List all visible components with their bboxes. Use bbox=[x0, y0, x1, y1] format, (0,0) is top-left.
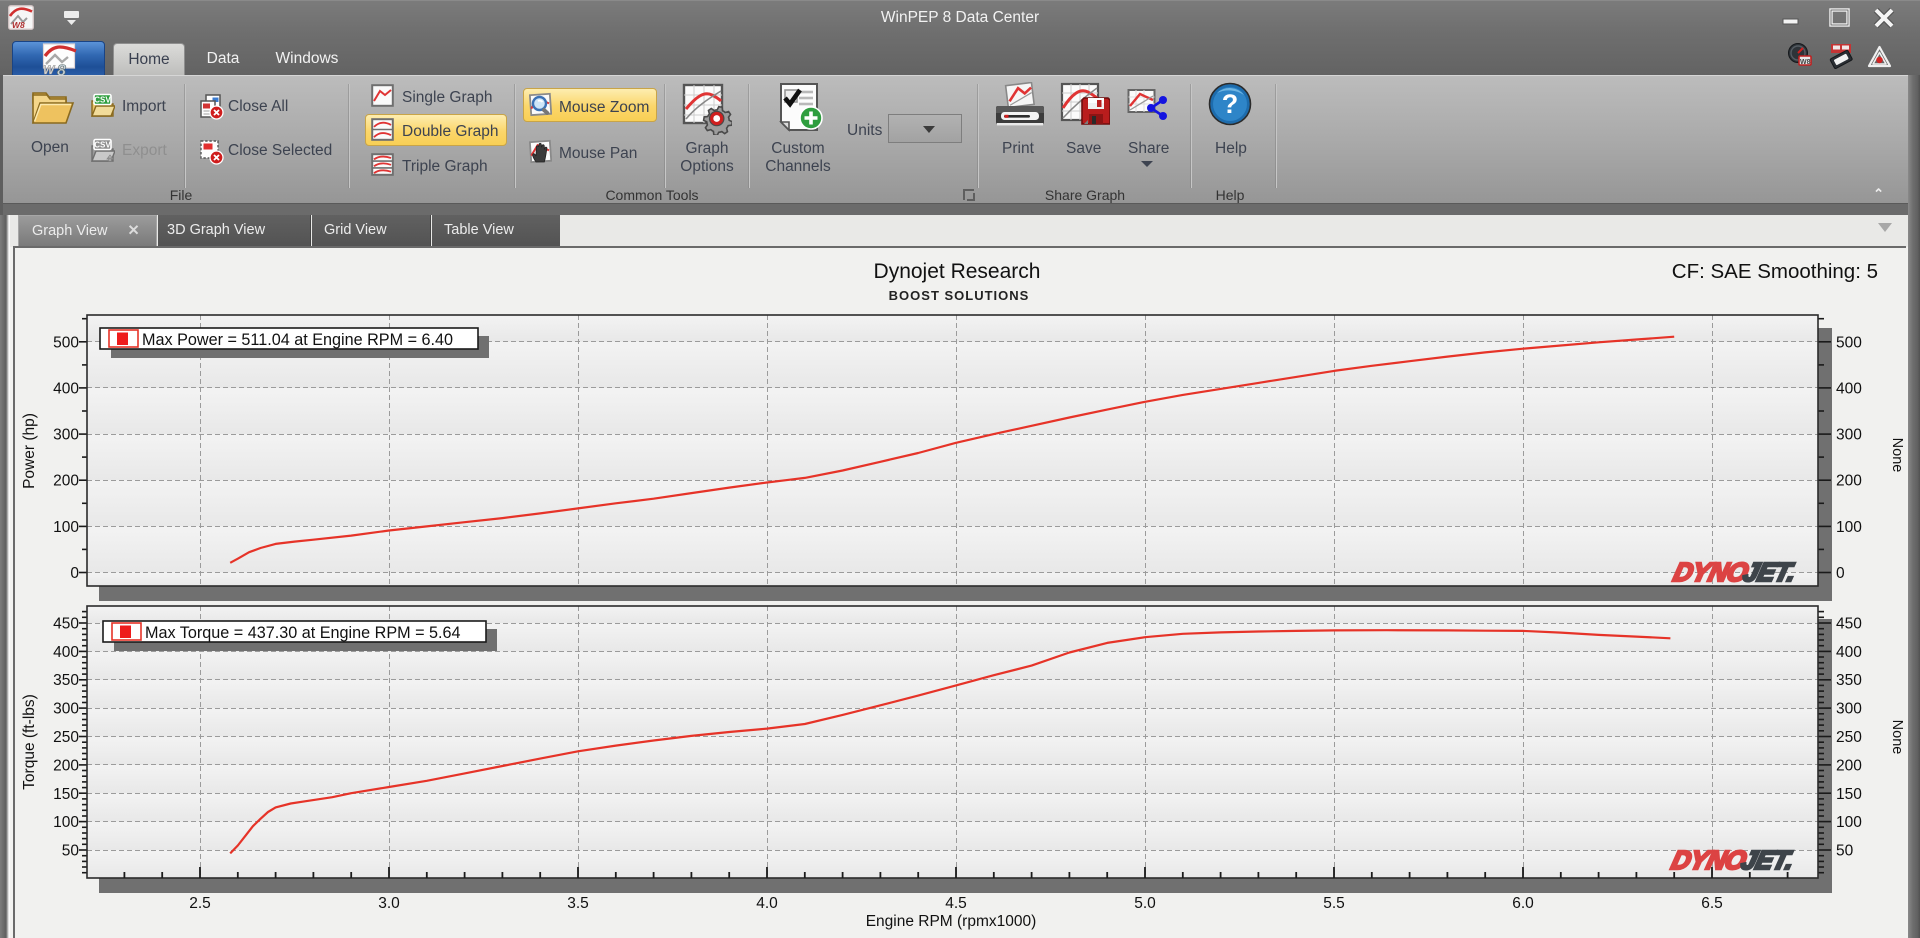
svg-text:0: 0 bbox=[70, 565, 79, 582]
svg-text:400: 400 bbox=[1836, 380, 1862, 397]
svg-text:300: 300 bbox=[53, 701, 79, 718]
svg-text:Dynojet Research: Dynojet Research bbox=[874, 260, 1041, 283]
svg-text:300: 300 bbox=[1836, 701, 1862, 718]
svg-text:DYNO: DYNO bbox=[1669, 845, 1750, 875]
svg-text:5.0: 5.0 bbox=[1134, 895, 1156, 912]
svg-text:JET.: JET. bbox=[1739, 845, 1797, 875]
svg-text:CF: SAE Smoothing: 5: CF: SAE Smoothing: 5 bbox=[1672, 260, 1878, 283]
svg-text:100: 100 bbox=[1836, 519, 1862, 536]
svg-text:150: 150 bbox=[53, 786, 79, 803]
svg-text:400: 400 bbox=[53, 380, 79, 397]
svg-text:400: 400 bbox=[53, 644, 79, 661]
svg-text:None: None bbox=[1889, 720, 1905, 755]
svg-text:DYNO: DYNO bbox=[1671, 557, 1752, 587]
svg-text:3.5: 3.5 bbox=[567, 895, 589, 912]
svg-text:450: 450 bbox=[53, 616, 79, 633]
svg-text:None: None bbox=[1889, 438, 1905, 473]
svg-text:350: 350 bbox=[1836, 672, 1862, 689]
svg-text:2.5: 2.5 bbox=[189, 895, 211, 912]
svg-text:250: 250 bbox=[1836, 729, 1862, 746]
svg-text:Max Torque = 437.30 at Engine: Max Torque = 437.30 at Engine RPM = 5.64 bbox=[145, 624, 461, 642]
svg-text:100: 100 bbox=[1836, 814, 1862, 831]
svg-text:400: 400 bbox=[1836, 644, 1862, 661]
svg-text:200: 200 bbox=[53, 473, 79, 490]
svg-text:Power (hp): Power (hp) bbox=[21, 413, 38, 489]
svg-text:6.0: 6.0 bbox=[1512, 895, 1534, 912]
svg-text:350: 350 bbox=[53, 672, 79, 689]
svg-text:5.5: 5.5 bbox=[1323, 895, 1345, 912]
svg-text:3.0: 3.0 bbox=[378, 895, 400, 912]
svg-text:150: 150 bbox=[1836, 786, 1862, 803]
svg-text:500: 500 bbox=[53, 334, 79, 351]
svg-text:300: 300 bbox=[53, 427, 79, 444]
svg-text:Torque (ft-lbs): Torque (ft-lbs) bbox=[21, 694, 38, 790]
svg-text:4.5: 4.5 bbox=[945, 895, 967, 912]
svg-text:450: 450 bbox=[1836, 616, 1862, 633]
svg-text:4.0: 4.0 bbox=[756, 895, 778, 912]
svg-text:50: 50 bbox=[1836, 843, 1854, 860]
svg-text:Engine RPM (rpmx1000): Engine RPM (rpmx1000) bbox=[866, 913, 1037, 930]
svg-text:100: 100 bbox=[53, 814, 79, 831]
svg-text:BOOST SOLUTIONS: BOOST SOLUTIONS bbox=[889, 288, 1030, 303]
svg-text:0: 0 bbox=[1836, 565, 1845, 582]
svg-text:500: 500 bbox=[1836, 334, 1862, 351]
svg-text:200: 200 bbox=[1836, 473, 1862, 490]
svg-text:250: 250 bbox=[53, 729, 79, 746]
svg-text:6.5: 6.5 bbox=[1701, 895, 1723, 912]
svg-text:JET.: JET. bbox=[1741, 557, 1799, 587]
svg-text:200: 200 bbox=[53, 757, 79, 774]
svg-text:200: 200 bbox=[1836, 757, 1862, 774]
svg-text:50: 50 bbox=[62, 843, 80, 860]
svg-text:300: 300 bbox=[1836, 427, 1862, 444]
svg-text:Max Power = 511.04 at Engine R: Max Power = 511.04 at Engine RPM = 6.40 bbox=[142, 331, 453, 349]
svg-text:100: 100 bbox=[53, 519, 79, 536]
